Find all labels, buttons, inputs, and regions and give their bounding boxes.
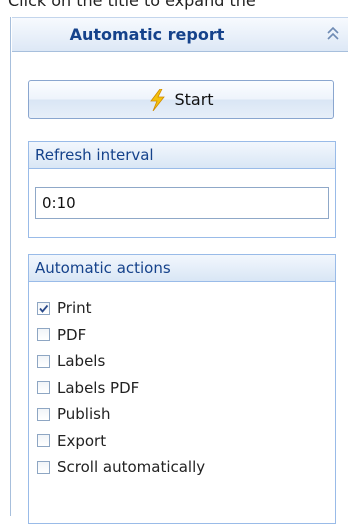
automatic-actions-header: Automatic actions xyxy=(29,255,335,282)
panel-header[interactable]: Automatic report xyxy=(12,17,348,52)
start-button[interactable]: Start xyxy=(28,80,334,119)
checkbox-box[interactable] xyxy=(37,354,50,368)
refresh-interval-header: Refresh interval xyxy=(29,142,335,169)
checkbox-box[interactable] xyxy=(37,301,50,315)
refresh-interval-group: Refresh interval xyxy=(28,141,336,238)
checkbox-labels[interactable]: Labels xyxy=(37,348,205,375)
checkbox-label: Labels PDF xyxy=(57,378,140,397)
double-chevron-up-icon[interactable] xyxy=(325,25,341,43)
checkbox-label: Labels xyxy=(57,352,106,371)
lightning-bolt-icon xyxy=(150,88,166,111)
checkbox-label: PDF xyxy=(57,325,87,344)
checkbox-box[interactable] xyxy=(37,328,50,342)
checkbox-label: Publish xyxy=(57,405,111,424)
checkbox-box[interactable] xyxy=(37,407,50,421)
start-button-label: Start xyxy=(174,90,214,109)
automatic-report-panel: Automatic report Start Refresh interval … xyxy=(10,17,348,524)
checkbox-label: Export xyxy=(57,431,107,450)
checkbox-publish[interactable]: Publish xyxy=(37,401,205,428)
checkbox-labels-pdf[interactable]: Labels PDF xyxy=(37,375,205,402)
refresh-interval-input[interactable] xyxy=(35,187,329,219)
automatic-actions-group: Automatic actions Print PDF Labels Label… xyxy=(28,254,336,524)
checkbox-label: Scroll automatically xyxy=(57,458,206,477)
checkbox-pdf[interactable]: PDF xyxy=(37,322,205,349)
checkbox-export[interactable]: Export xyxy=(37,428,205,455)
checkbox-box[interactable] xyxy=(37,434,50,448)
panel-title[interactable]: Automatic report xyxy=(12,25,282,44)
actions-checklist: Print PDF Labels Labels PDF Publish Expo… xyxy=(37,295,205,481)
checkbox-box[interactable] xyxy=(37,460,50,474)
hint-text: Click on the title to expand the xyxy=(8,0,256,10)
checkbox-scroll-automatically[interactable]: Scroll automatically xyxy=(37,454,205,481)
checkbox-label: Print xyxy=(57,299,92,318)
checkbox-box[interactable] xyxy=(37,381,50,395)
checkbox-print[interactable]: Print xyxy=(37,295,205,322)
